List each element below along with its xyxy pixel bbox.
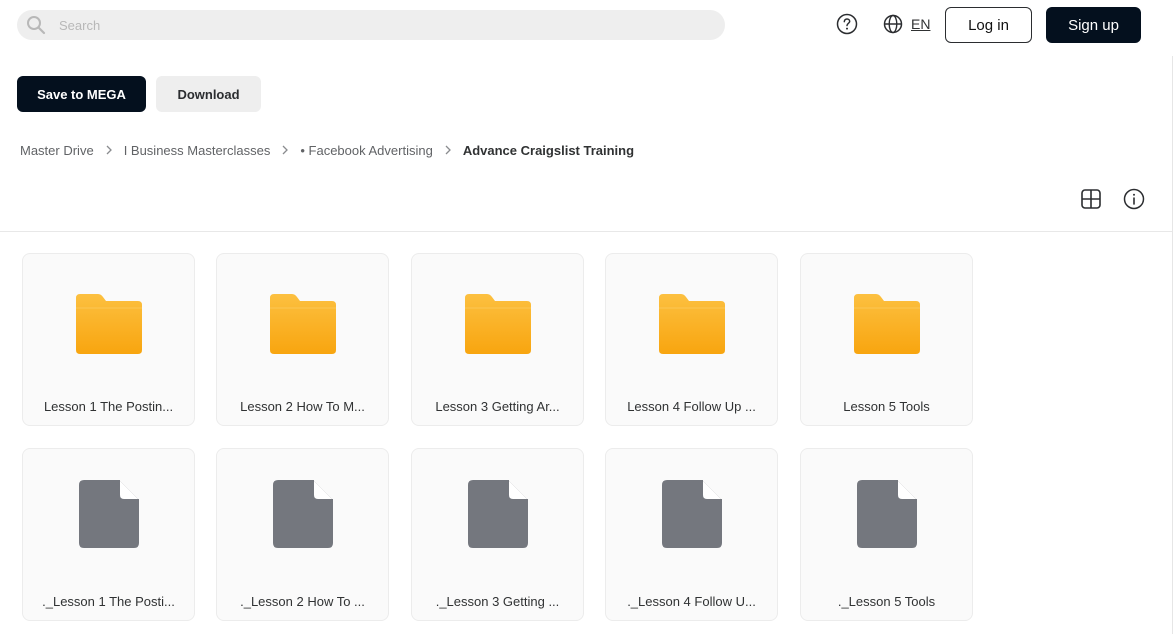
- item-name: ._Lesson 1 The Posti...: [42, 594, 175, 609]
- file-tile[interactable]: ._Lesson 5 Tools: [800, 448, 973, 621]
- breadcrumb-item[interactable]: I Business Masterclasses: [124, 143, 271, 158]
- item-name: ._Lesson 3 Getting ...: [435, 594, 560, 609]
- search-icon: [27, 16, 46, 35]
- search-bar[interactable]: [17, 10, 725, 40]
- breadcrumb-item[interactable]: Master Drive: [20, 143, 94, 158]
- globe-icon: [883, 14, 903, 34]
- folder-tile[interactable]: Lesson 3 Getting Ar...: [411, 253, 584, 426]
- info-icon[interactable]: [1123, 188, 1145, 210]
- item-name: ._Lesson 2 How To ...: [240, 594, 365, 609]
- folder-tile[interactable]: Lesson 5 Tools: [800, 253, 973, 426]
- breadcrumb: Master Drive I Business Masterclasses • …: [20, 141, 634, 159]
- chevron-right-icon: [106, 145, 112, 155]
- folder-icon: [464, 294, 531, 354]
- item-name: ._Lesson 5 Tools: [837, 594, 936, 609]
- file-icon: [467, 480, 528, 548]
- item-name: Lesson 2 How To M...: [240, 399, 365, 414]
- help-icon[interactable]: [836, 13, 858, 35]
- save-to-mega-button[interactable]: Save to MEGA: [17, 76, 146, 112]
- item-name: Lesson 5 Tools: [843, 399, 930, 414]
- chevron-right-icon: [445, 145, 451, 155]
- file-icon: [661, 480, 722, 548]
- item-name: Lesson 3 Getting Ar...: [435, 399, 560, 414]
- chevron-right-icon: [282, 145, 289, 155]
- file-icon: [856, 480, 917, 548]
- language-selector[interactable]: EN: [883, 13, 930, 35]
- header-divider: [0, 231, 1172, 232]
- folder-icon: [75, 294, 142, 354]
- file-tile[interactable]: ._Lesson 3 Getting ...: [411, 448, 584, 621]
- signup-button[interactable]: Sign up: [1046, 7, 1141, 43]
- folder-tile[interactable]: Lesson 4 Follow Up ...: [605, 253, 778, 426]
- folder-tile[interactable]: Lesson 1 The Postin...: [22, 253, 195, 426]
- folder-tile[interactable]: Lesson 2 How To M...: [216, 253, 389, 426]
- item-name: Lesson 4 Follow Up ...: [627, 399, 756, 414]
- search-input[interactable]: [59, 10, 709, 40]
- file-icon: [78, 480, 139, 548]
- breadcrumb-item[interactable]: • Facebook Advertising: [300, 143, 432, 158]
- folder-icon: [269, 294, 336, 354]
- breadcrumb-current: Advance Craigslist Training: [462, 142, 635, 158]
- language-label: EN: [911, 16, 931, 32]
- file-tile[interactable]: ._Lesson 4 Follow U...: [605, 448, 778, 621]
- login-button[interactable]: Log in: [945, 7, 1032, 43]
- file-tile[interactable]: ._Lesson 2 How To ...: [216, 448, 389, 621]
- grid-view-icon[interactable]: [1080, 188, 1102, 210]
- item-name: ._Lesson 4 Follow U...: [627, 594, 756, 609]
- download-button[interactable]: Download: [156, 76, 261, 112]
- file-tile[interactable]: ._Lesson 1 The Posti...: [22, 448, 195, 621]
- item-name: Lesson 1 The Postin...: [43, 399, 174, 414]
- file-icon: [272, 480, 333, 548]
- folder-icon: [658, 294, 725, 354]
- folder-icon: [853, 294, 920, 354]
